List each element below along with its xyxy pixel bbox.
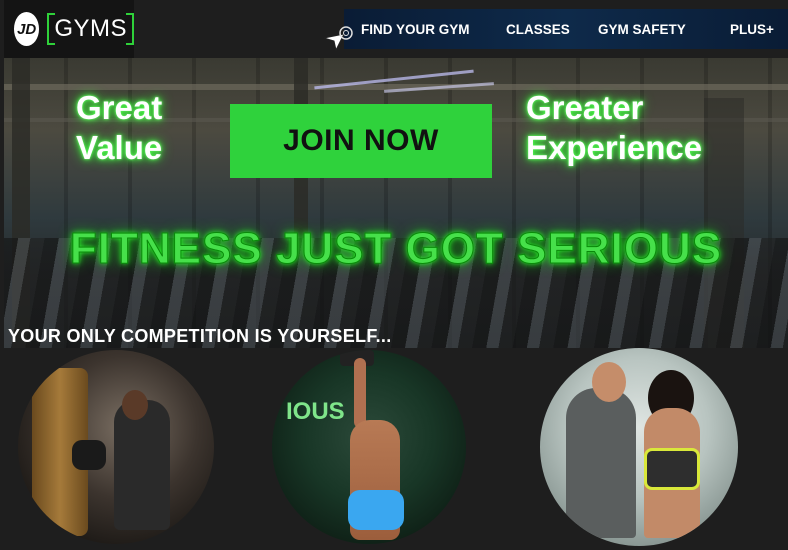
great-value-text: Great Value: [76, 88, 162, 168]
boxing-photo[interactable]: [18, 350, 214, 544]
neon-sign: IOUS: [286, 398, 345, 425]
logo-badge: JD: [14, 12, 40, 46]
boxing-glove: [72, 440, 106, 470]
tagline: YOUR ONLY COMPETITION IS YOURSELF...: [8, 326, 392, 346]
hero-banner: Great Value JOIN NOW Greater Experience …: [4, 58, 788, 348]
trainer-head: [592, 362, 626, 402]
trainer: [566, 388, 636, 538]
boxer-head: [122, 390, 148, 420]
nav-gym-safety[interactable]: GYM SAFETY: [598, 22, 686, 37]
great-value-line-2: Value: [76, 129, 163, 166]
nav-classes[interactable]: CLASSES: [506, 22, 570, 37]
greater-experience-line-1: Greater: [526, 89, 644, 126]
client-top: [644, 448, 700, 490]
boxer: [114, 400, 170, 530]
headline-neon: FITNESS JUST GOT SERIOUS: [69, 224, 723, 274]
raised-arm: [354, 358, 366, 428]
great-value-line-1: Great: [76, 89, 163, 126]
pointer-cursor-icon: [323, 26, 353, 52]
join-now-button[interactable]: JOIN NOW: [230, 104, 492, 178]
nav-plus[interactable]: PLUS+: [730, 22, 774, 37]
main-navigation: FIND YOUR GYM CLASSES GYM SAFETY PLUS+: [344, 9, 788, 49]
jd-gyms-logo[interactable]: JD GYMS: [4, 0, 134, 58]
nav-find-your-gym[interactable]: FIND YOUR GYM: [361, 22, 470, 37]
logo-text: GYMS: [47, 13, 134, 45]
athlete-shorts: [348, 490, 404, 530]
weightlifting-photo[interactable]: IOUS: [272, 350, 466, 544]
greater-experience-text: Greater Experience: [526, 88, 702, 168]
personal-training-photo[interactable]: [540, 348, 738, 546]
greater-experience-line-2: Experience: [526, 129, 703, 166]
